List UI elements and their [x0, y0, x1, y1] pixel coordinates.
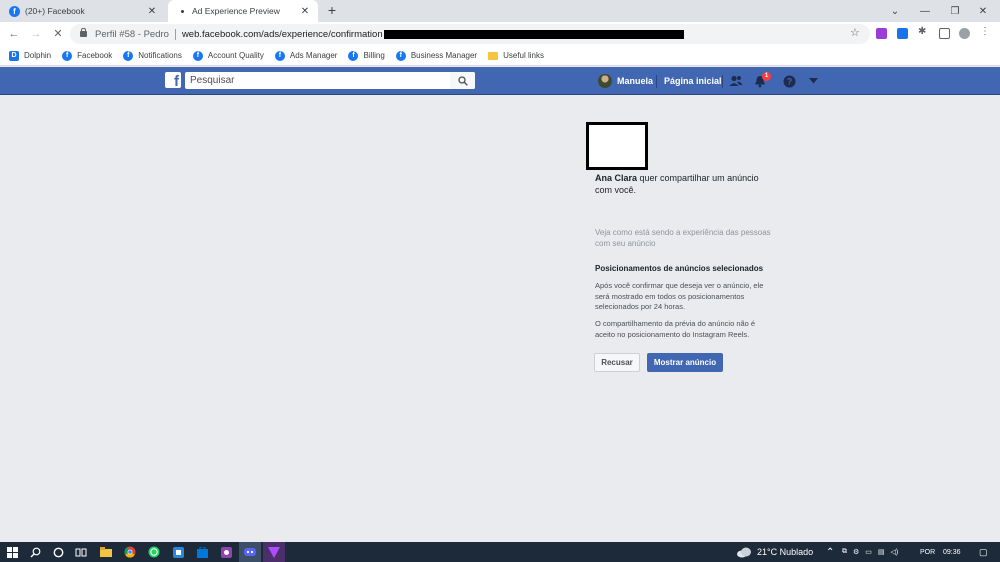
- tab-search-chevron-icon[interactable]: ⌄: [880, 0, 910, 22]
- store-icon[interactable]: [196, 546, 208, 558]
- tray-icons: ⧉ ⚙ ▭ ▤ ◁): [842, 542, 898, 562]
- profile-link[interactable]: Manuela: [598, 74, 653, 88]
- tray-app-icon[interactable]: ⧉: [842, 548, 847, 556]
- weather-widget[interactable]: 21°C Nublado: [736, 542, 813, 562]
- bookmark-star-icon[interactable]: ☆: [850, 26, 860, 39]
- browser-tab-strip: f (20+) Facebook ✕ Ad Experience Preview…: [0, 0, 1000, 22]
- decline-button[interactable]: Recusar: [594, 353, 640, 372]
- placements-description: Após você confirmar que deseja ver o anú…: [595, 281, 764, 311]
- close-icon[interactable]: ✕: [298, 6, 312, 17]
- bookmark-business-manager[interactable]: f Business Manager: [395, 50, 477, 61]
- tray-settings-icon[interactable]: ⚙: [853, 548, 859, 556]
- minimize-icon[interactable]: —: [910, 0, 940, 22]
- folder-icon: [488, 51, 499, 60]
- sharer-name[interactable]: Ana Clara: [595, 173, 637, 183]
- task-view-icon[interactable]: [75, 546, 87, 558]
- url-text: web.facebook.com/ads/experience/confirma…: [181, 28, 383, 40]
- input-language[interactable]: POR: [920, 542, 935, 562]
- bookmark-facebook[interactable]: f Facebook: [62, 50, 112, 61]
- extensions-puzzle-icon[interactable]: ✱: [918, 26, 929, 37]
- bookmark-account-quality[interactable]: f Account Quality: [192, 50, 264, 61]
- close-icon[interactable]: ✕: [145, 6, 159, 17]
- facebook-favicon-icon: f: [9, 5, 20, 17]
- help-icon[interactable]: ?: [782, 74, 796, 88]
- facebook-header: f Manuela Página inicial 1 ?: [0, 67, 1000, 95]
- header-divider: [722, 75, 723, 88]
- lock-icon: [80, 28, 87, 37]
- side-panel-icon[interactable]: [939, 28, 950, 39]
- clock[interactable]: 09:36: [943, 542, 961, 562]
- address-bar[interactable]: Perfil #58 - Pedro web.facebook.com/ads/…: [70, 24, 870, 44]
- share-message: Ana Clara quer compartilhar um anúncio c…: [595, 172, 775, 196]
- chevron-up-icon[interactable]: ⌃: [826, 542, 834, 562]
- header-divider: [656, 75, 657, 88]
- windows-start-icon[interactable]: [6, 546, 18, 558]
- friend-requests-icon[interactable]: [729, 74, 743, 88]
- chrome-icon[interactable]: [124, 546, 136, 558]
- weather-text: 21°C Nublado: [757, 547, 814, 557]
- extension-purple-icon[interactable]: [876, 28, 887, 39]
- whatsapp-icon[interactable]: [148, 546, 160, 558]
- facebook-icon: f: [192, 50, 203, 61]
- dolphin-icon: D: [9, 50, 19, 61]
- placements-title: Posicionamentos de anúncios selecionados: [595, 264, 764, 273]
- tab-facebook[interactable]: f (20+) Facebook ✕: [0, 0, 165, 22]
- forward-arrow-icon[interactable]: →: [28, 26, 44, 42]
- ad-preview-thumbnail: [586, 122, 648, 170]
- network-icon[interactable]: ▤: [878, 548, 885, 556]
- more-menu-icon[interactable]: ⋮: [980, 26, 991, 37]
- cloud-icon: [737, 547, 751, 557]
- tab-title: Ad Experience Preview: [192, 6, 280, 16]
- search-input[interactable]: [185, 72, 475, 89]
- app-blue-square-icon[interactable]: [172, 546, 184, 558]
- bookmark-notifications[interactable]: f Notifications: [123, 50, 182, 61]
- account-menu-chevron-down-icon[interactable]: [806, 74, 820, 88]
- experience-note: Veja como está sendo a experiência das p…: [595, 228, 771, 248]
- volume-icon[interactable]: ◁): [891, 548, 899, 556]
- stop-loading-icon[interactable]: ✕: [50, 26, 66, 42]
- profile-avatar-icon[interactable]: [959, 28, 970, 39]
- tab-ad-experience-preview[interactable]: Ad Experience Preview ✕: [168, 0, 318, 22]
- app-violet-shield-icon[interactable]: [268, 546, 280, 558]
- facebook-icon: f: [62, 50, 73, 61]
- search-button[interactable]: [450, 72, 475, 89]
- notification-center-icon[interactable]: ▢: [979, 542, 988, 562]
- bookmark-ads-manager[interactable]: f Ads Manager: [274, 50, 337, 61]
- loading-favicon-icon: [181, 9, 184, 13]
- window-close-icon[interactable]: ✕: [968, 0, 998, 22]
- bookmark-useful-links[interactable]: Useful links: [488, 51, 544, 60]
- facebook-icon: f: [348, 50, 359, 61]
- bookmark-dolphin[interactable]: D Dolphin: [9, 50, 51, 61]
- profile-chip[interactable]: Perfil #58 - Pedro: [95, 28, 176, 40]
- browser-toolbar: ← → ✕ Perfil #58 - Pedro web.facebook.co…: [0, 22, 1000, 46]
- avatar: [598, 74, 612, 88]
- svg-text:?: ?: [786, 76, 792, 86]
- user-name: Manuela: [617, 76, 654, 86]
- facebook-logo-icon[interactable]: f: [165, 72, 181, 88]
- windows-taskbar: 21°C Nublado ⌃ ⧉ ⚙ ▭ ▤ ◁) POR 09:36 ▢: [0, 542, 1000, 562]
- facebook-icon: f: [123, 50, 134, 61]
- home-link[interactable]: Página inicial: [664, 76, 722, 86]
- cortana-circle-icon[interactable]: [52, 546, 64, 558]
- back-arrow-icon[interactable]: ←: [6, 26, 22, 42]
- app-purple-icon[interactable]: [220, 546, 232, 558]
- facebook-icon: f: [395, 50, 406, 61]
- facebook-icon: f: [274, 50, 285, 61]
- bookmarks-bar: D Dolphin f Facebook f Notifications f A…: [0, 46, 1000, 66]
- battery-icon[interactable]: ▭: [865, 548, 872, 556]
- file-explorer-icon[interactable]: [100, 546, 112, 558]
- reels-notice: O compartilhamento da prévia do anúncio …: [595, 319, 756, 339]
- search-icon: [457, 75, 468, 86]
- bookmark-billing[interactable]: f Billing: [348, 50, 385, 61]
- url-redaction: [383, 29, 684, 39]
- restore-icon[interactable]: ❐: [940, 0, 970, 22]
- search-icon[interactable]: [29, 546, 41, 558]
- extension-blue-icon[interactable]: [897, 28, 908, 39]
- tab-title: (20+) Facebook: [25, 6, 85, 16]
- new-tab-plus-icon[interactable]: +: [324, 2, 340, 18]
- notification-badge: 1: [762, 72, 771, 81]
- discord-icon[interactable]: [244, 546, 256, 558]
- show-ad-button[interactable]: Mostrar anúncio: [647, 353, 723, 372]
